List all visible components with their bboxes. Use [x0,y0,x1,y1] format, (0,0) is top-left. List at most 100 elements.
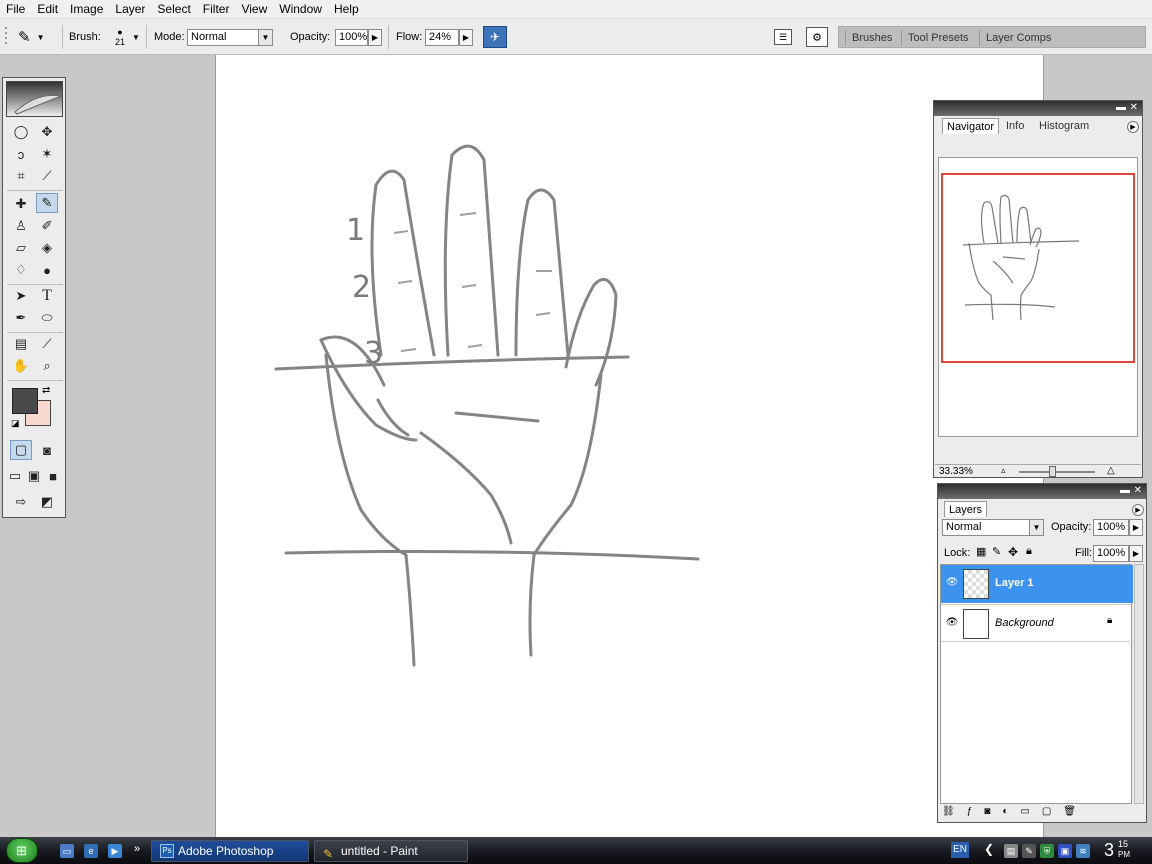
well-tab-layer-comps[interactable]: Layer Comps [979,30,1057,46]
view-box[interactable] [941,173,1135,363]
swap-colors-icon[interactable]: ⇄ [42,385,50,396]
tab-histogram[interactable]: Histogram [1035,118,1093,134]
menu-image[interactable]: Image [64,0,109,19]
minimize-icon[interactable]: ▬ [1120,485,1130,497]
show-desktop-icon[interactable]: ▭ [60,844,74,858]
menu-edit[interactable]: Edit [31,0,64,19]
layer-name[interactable]: Background [995,617,1054,629]
document-canvas[interactable]: 1 2 3 [215,55,1044,837]
menu-select[interactable]: Select [151,0,196,19]
ellipse-shape-icon[interactable]: ⬭ [36,308,58,328]
lasso-tool-icon[interactable]: ↄ [10,144,32,164]
healing-brush-icon[interactable]: ✚ [10,194,32,214]
visibility-eye-icon[interactable]: 👁︎ [945,617,959,628]
mode-select[interactable]: Normal ▼ [187,19,273,55]
well-tab-brushes[interactable]: Brushes [845,30,898,46]
tool-preset-picker[interactable]: ✎ ▼ [18,19,45,55]
paint-bucket-icon[interactable]: ◈ [36,238,58,258]
display-tray-icon[interactable]: ▣ [1058,844,1072,858]
layer-name[interactable]: Layer 1 [995,577,1034,589]
adjustment-layer-icon[interactable]: ◐ [1002,806,1008,820]
new-layer-icon[interactable]: ▢ [1042,806,1051,820]
dodge-tool-icon[interactable]: ● [36,260,58,280]
type-tool-icon[interactable]: T [36,286,58,306]
layer-style-icon[interactable]: ƒ [967,806,973,820]
eyedropper-icon[interactable]: ⟋ [36,334,58,354]
zoom-slider-track[interactable] [1019,471,1095,473]
opacity-slider-button[interactable]: ▶ [368,28,382,46]
close-icon[interactable]: ✕ [1130,102,1138,114]
layer-opacity-value[interactable]: 100% [1093,519,1129,536]
new-group-icon[interactable]: ▭ [1020,806,1029,820]
tray-expand-icon[interactable]: ❮ [984,842,994,856]
taskbar-button-photoshop[interactable]: Ps Adobe Photoshop [151,840,309,862]
blend-mode-select[interactable]: Normal ▼ [942,519,1044,536]
delete-layer-icon[interactable]: 🗑︎ [1063,806,1076,820]
opacity-value[interactable]: 100% [335,28,368,46]
visibility-eye-icon[interactable]: 👁︎ [945,577,959,588]
eraser-tool-icon[interactable]: ▱ [10,238,32,258]
menu-window[interactable]: Window [273,0,328,19]
flow-slider-button[interactable]: ▶ [459,28,473,46]
quick-mask-icon[interactable]: ◙ [36,440,58,460]
navigator-preview[interactable] [938,157,1138,437]
fill-value[interactable]: 100% [1093,545,1129,562]
taskbar-button-paint[interactable]: ✎ untitled - Paint [314,840,468,862]
layer-row-background[interactable]: 👁︎ Background 🔒︎ [941,604,1133,642]
magic-wand-icon[interactable]: ✶ [36,144,58,164]
marquee-tool-icon[interactable]: ◯ [10,122,32,142]
panel-titlebar[interactable]: ▬ ✕ [934,101,1142,116]
minimize-icon[interactable]: ▬ [1116,102,1126,114]
fill-slider-button[interactable]: ▶ [1129,545,1143,562]
flow-field[interactable]: 24% ▶ [425,19,473,55]
tab-layers[interactable]: Layers [944,501,988,517]
lock-transparency-icon[interactable]: ▦ [976,545,986,558]
lock-position-icon[interactable]: ✥ [1008,545,1018,559]
menu-file[interactable]: File [0,0,31,19]
well-tab-tool-presets[interactable]: Tool Presets [901,30,975,46]
imageready-icon[interactable]: ◩ [36,492,58,512]
notes-tool-icon[interactable]: ▤ [10,334,32,354]
foreground-color-swatch[interactable] [12,388,38,414]
layer-opacity-field[interactable]: 100% ▶ [1093,519,1143,536]
file-browser-button[interactable]: ☰ [774,19,792,55]
flow-value[interactable]: 24% [425,28,459,46]
history-brush-icon[interactable]: ✐ [36,216,58,236]
screen-mode-full-icon[interactable]: ■ [44,466,62,486]
pen-tray-icon[interactable]: ✎ [1022,844,1036,858]
language-indicator[interactable]: EN [951,842,969,858]
quick-launch-more-icon[interactable]: » [134,843,140,855]
layer-row-layer-1[interactable]: 👁︎ Layer 1 [941,565,1133,603]
airbrush-button[interactable]: ✈ [483,19,507,55]
browser-icon[interactable]: e [84,844,98,858]
zoom-tool-icon[interactable]: ⌕ [36,356,58,376]
menu-help[interactable]: Help [328,0,365,19]
hand-tool-icon[interactable]: ✋ [10,356,32,376]
crop-tool-icon[interactable]: ⌗ [10,166,32,186]
screen-mode-menubar-icon[interactable]: ▣ [25,466,43,486]
wireless-icon[interactable]: ≋ [1076,844,1090,858]
menu-view[interactable]: View [235,0,273,19]
link-layers-icon[interactable]: ⛓ [942,806,955,820]
pen-tool-icon[interactable]: ✒ [10,308,32,328]
panel-menu-icon[interactable]: ▶ [1127,121,1139,133]
lock-pixels-icon[interactable]: ✎ [992,545,1001,558]
default-colors-icon[interactable]: ◪ [11,418,20,429]
photoshop-feather-logo[interactable] [6,81,63,117]
menu-filter[interactable]: Filter [197,0,236,19]
panel-menu-icon[interactable]: ▶ [1132,504,1144,516]
close-icon[interactable]: ✕ [1134,485,1142,497]
brush-tool-icon[interactable]: ✎ [36,193,58,213]
zoom-in-icon[interactable]: △ [1107,465,1115,476]
zoom-out-icon[interactable]: ▵ [1001,465,1006,476]
security-shield-icon[interactable]: ⛨ [1040,844,1054,858]
chevron-down-icon[interactable]: ▼ [132,19,140,55]
fill-field[interactable]: 100% ▶ [1093,545,1143,562]
zoom-slider-thumb[interactable] [1049,466,1056,477]
opacity-slider-button[interactable]: ▶ [1129,519,1143,536]
path-selection-icon[interactable]: ➤ [10,286,32,306]
blur-tool-icon[interactable]: ♢ [10,260,32,280]
brush-picker[interactable]: ● 21 [108,19,132,55]
standard-mode-icon[interactable]: ▢ [10,440,32,460]
tab-navigator[interactable]: Navigator [942,118,1000,134]
